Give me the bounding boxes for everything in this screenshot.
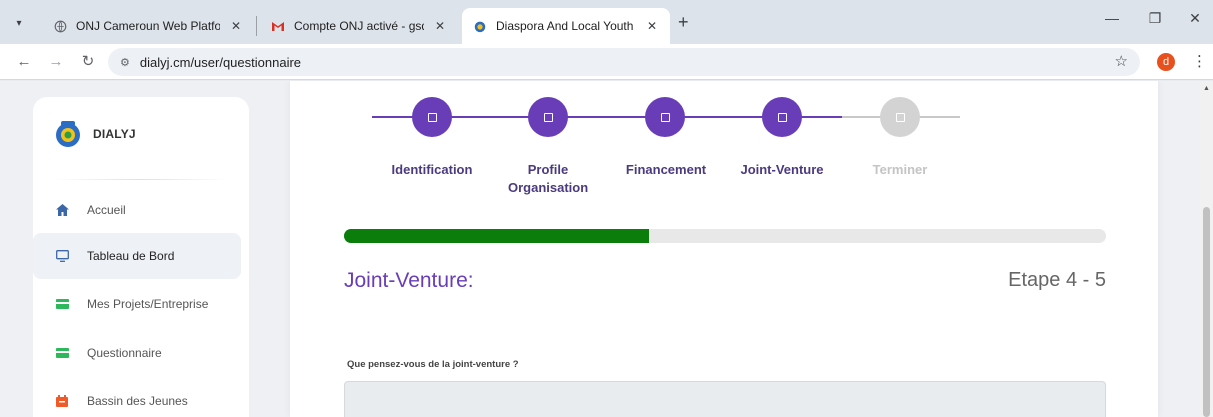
sidebar-brand[interactable]: DIALYJ (53, 119, 136, 149)
calendar-icon (55, 394, 69, 408)
sidebar: DIALYJ Accueil Tableau de Bord Mes Proje… (33, 97, 249, 417)
step-1-circle[interactable] (412, 97, 452, 137)
step-square-icon (543, 112, 553, 122)
step-3-label: Financement (625, 162, 707, 177)
address-bar[interactable]: ⚙ dialyj.cm/user/questionnaire ☆ (108, 48, 1140, 76)
step-4-label: Joint-Venture (740, 162, 824, 177)
sidebar-item-accueil[interactable]: Accueil (33, 187, 241, 233)
progress-bar (344, 229, 1106, 243)
sidebar-divider (53, 179, 229, 180)
sidebar-item-label: Accueil (87, 203, 126, 217)
monitor-icon (55, 249, 69, 263)
step-counter: Etape 4 - 5 (1008, 269, 1106, 291)
tab-onj-platform[interactable]: ONJ Cameroun Web Platform ✕ (42, 8, 254, 44)
site-settings-icon[interactable]: ⚙ (120, 56, 130, 69)
step-2-label: Profile Organisation (508, 162, 589, 195)
sidebar-item-label: Bassin des Jeunes (87, 394, 188, 408)
step-square-icon (427, 112, 437, 122)
address-bar-url: dialyj.cm/user/questionnaire (139, 54, 302, 70)
step-3-circle[interactable] (645, 97, 685, 137)
page-viewport: DIALYJ Accueil Tableau de Bord Mes Proje… (0, 81, 1213, 417)
step-square-icon (660, 112, 670, 122)
reload-icon[interactable]: ↻ (78, 52, 98, 72)
window-close-icon[interactable]: ✕ (1185, 10, 1205, 27)
tab-gmail[interactable]: Compte ONJ activé - gsddialyj@ ✕ (260, 8, 458, 44)
scroll-up-arrow-icon[interactable]: ▲ (1203, 85, 1210, 92)
step-4-circle[interactable] (762, 97, 802, 137)
tab-separator (256, 16, 257, 36)
gmail-icon (270, 18, 286, 34)
progress-bar-fill (344, 229, 649, 243)
card-icon (55, 297, 69, 311)
dialyj-favicon-icon (472, 18, 488, 34)
browser-tab-bar: ▾ ONJ Cameroun Web Platform ✕ Compte ONJ… (0, 0, 1213, 44)
sidebar-item-bassin-des-jeunes[interactable]: Bassin des Jeunes (33, 378, 241, 417)
joint-venture-answer-textarea[interactable] (344, 381, 1106, 417)
close-icon[interactable]: ✕ (432, 19, 448, 33)
close-icon[interactable]: ✕ (228, 19, 244, 33)
step-2-circle[interactable] (528, 97, 568, 137)
step-square-icon (777, 112, 787, 122)
sidebar-item-label: Mes Projets/Entreprise (87, 297, 209, 311)
minimize-icon[interactable]: — (1102, 10, 1122, 26)
new-tab-plus-icon[interactable]: + (678, 12, 689, 32)
globe-icon (52, 18, 68, 34)
step-1-label: Identification (391, 162, 473, 177)
back-arrow-icon[interactable]: ← (14, 52, 34, 72)
step-5-label: Terminer (872, 162, 928, 177)
tab-title: ONJ Cameroun Web Platform (76, 19, 220, 33)
sidebar-item-tableau-de-bord[interactable]: Tableau de Bord (33, 233, 241, 279)
sidebar-item-label: Tableau de Bord (87, 249, 175, 263)
browser-toolbar: ← → ↻ ⚙ dialyj.cm/user/questionnaire ☆ d… (0, 44, 1213, 80)
scrollbar-thumb[interactable] (1203, 207, 1210, 417)
dialyj-logo-icon (56, 121, 80, 147)
sidebar-item-questionnaire[interactable]: Questionnaire (33, 330, 241, 376)
forward-arrow-icon[interactable]: → (46, 52, 66, 72)
restore-icon[interactable]: ❐ (1145, 10, 1165, 27)
brand-name: DIALYJ (93, 127, 136, 141)
close-icon[interactable]: ✕ (644, 19, 660, 33)
step-5-circle[interactable] (880, 97, 920, 137)
section-title: Joint-Venture: (344, 269, 474, 292)
home-icon (55, 203, 69, 217)
more-vertical-icon[interactable]: ⋮ (1192, 52, 1207, 70)
profile-avatar[interactable]: d (1157, 53, 1175, 71)
page-scrollbar[interactable]: ▲ (1200, 81, 1213, 417)
questionnaire-card: Identification Profile Organisation Fina… (290, 81, 1158, 417)
sidebar-item-mes-projets[interactable]: Mes Projets/Entreprise (33, 281, 241, 327)
step-square-icon (895, 112, 905, 122)
tab-diaspora-active[interactable]: Diaspora And Local Youth Joint ✕ (462, 8, 670, 44)
tab-title: Compte ONJ activé - gsddialyj@ (294, 19, 424, 33)
tab-search-chevron-icon[interactable]: ▾ (8, 12, 30, 34)
tab-title: Diaspora And Local Youth Joint (496, 19, 636, 33)
card-icon (55, 346, 69, 360)
question-label: Que pensez-vous de la joint-venture ? (347, 359, 519, 370)
sidebar-item-label: Questionnaire (87, 346, 162, 360)
bookmark-star-icon[interactable]: ☆ (1115, 52, 1128, 70)
